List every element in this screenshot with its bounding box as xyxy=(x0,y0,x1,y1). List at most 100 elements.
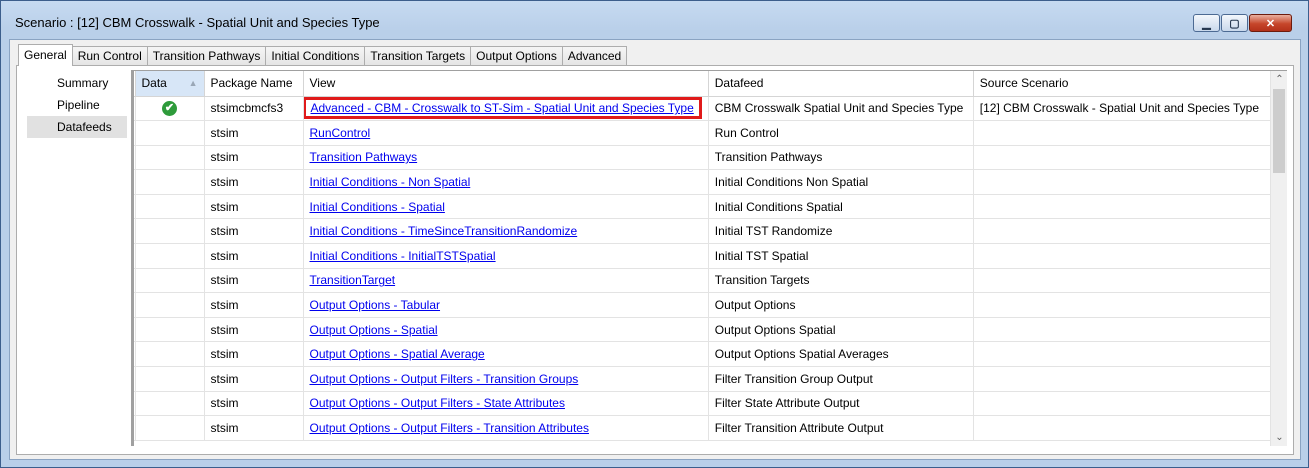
table-row[interactable]: stsim Initial Conditions - Non Spatial I… xyxy=(134,169,1281,195)
view-link[interactable]: RunControl xyxy=(310,126,371,140)
scenario-window: Scenario : [12] CBM Crosswalk - Spatial … xyxy=(0,0,1309,468)
package-cell: stsim xyxy=(204,218,304,245)
view-link[interactable]: Initial Conditions - Non Spatial xyxy=(310,175,471,189)
nav-item-pipeline[interactable]: Pipeline xyxy=(27,94,127,116)
table-row[interactable]: ✔ stsimcbmcfs3 Advanced - CBM - Crosswal… xyxy=(134,96,1281,122)
datafeed-cell: Output Options Spatial Averages xyxy=(708,341,974,368)
tab-advanced[interactable]: Advanced xyxy=(562,46,628,66)
column-header-package-name[interactable]: Package Name xyxy=(204,71,304,97)
data-cell xyxy=(135,145,205,171)
view-cell: Initial Conditions - Non Spatial xyxy=(303,169,709,195)
source-scenario-cell xyxy=(973,145,1281,171)
view-link[interactable]: Output Options - Output Filters - State … xyxy=(310,396,565,410)
view-link[interactable]: Initial Conditions - Spatial xyxy=(310,200,445,214)
view-cell: Transition Pathways xyxy=(303,145,709,171)
close-button[interactable]: ✕ xyxy=(1249,14,1292,32)
source-scenario-cell xyxy=(973,218,1281,245)
datafeed-cell: Initial Conditions Spatial xyxy=(708,194,974,220)
table-row[interactable]: stsim Output Options - Tabular Output Op… xyxy=(134,292,1281,318)
minimize-button[interactable]: ▁ xyxy=(1193,14,1220,32)
vertical-scrollbar[interactable]: ⌃ ⌄ xyxy=(1270,71,1287,446)
column-header-datafeed[interactable]: Datafeed xyxy=(708,71,974,97)
nav-item-datafeeds[interactable]: Datafeeds xyxy=(27,116,127,138)
datafeed-cell: Initial Conditions Non Spatial xyxy=(708,169,974,195)
package-cell: stsim xyxy=(204,292,304,318)
tab-run-control[interactable]: Run Control xyxy=(72,46,148,66)
tab-output-options[interactable]: Output Options xyxy=(471,46,563,66)
source-scenario-cell xyxy=(973,120,1281,146)
tab-transition-targets[interactable]: Transition Targets xyxy=(365,46,472,66)
source-scenario-cell xyxy=(973,268,1281,294)
nav-item-summary[interactable]: Summary xyxy=(27,72,127,94)
data-cell xyxy=(135,218,205,245)
tab-initial-conditions[interactable]: Initial Conditions xyxy=(266,46,366,66)
data-cell xyxy=(135,292,205,318)
source-scenario-cell xyxy=(973,169,1281,195)
table-row[interactable]: stsim Initial Conditions - InitialTSTSpa… xyxy=(134,243,1281,269)
window-controls: ▁ ▢ ✕ xyxy=(1192,14,1292,32)
view-cell: Output Options - Tabular xyxy=(303,292,709,318)
tab-strip: General Run Control Transition Pathways … xyxy=(18,44,628,66)
view-link[interactable]: Output Options - Output Filters - Transi… xyxy=(310,421,589,435)
table-body: ✔ stsimcbmcfs3 Advanced - CBM - Crosswal… xyxy=(134,96,1281,441)
data-cell: ✔ xyxy=(135,96,205,122)
source-scenario-cell: [12] CBM Crosswalk - Spatial Unit and Sp… xyxy=(973,96,1281,122)
column-header-data[interactable]: Data ▲ xyxy=(135,71,205,97)
view-cell: Initial Conditions - InitialTSTSpatial xyxy=(303,243,709,269)
sort-ascending-icon: ▲ xyxy=(188,78,198,89)
table-row[interactable]: stsim Output Options - Output Filters - … xyxy=(134,366,1281,392)
tab-general[interactable]: General xyxy=(18,44,73,66)
scroll-up-icon[interactable]: ⌃ xyxy=(1271,71,1287,88)
view-cell: Advanced - CBM - Crosswalk to ST-Sim - S… xyxy=(303,96,709,122)
datafeed-cell: Output Options xyxy=(708,292,974,318)
table-row[interactable]: stsim Output Options - Output Filters - … xyxy=(134,391,1281,417)
table-row[interactable]: stsim Transition Pathways Transition Pat… xyxy=(134,145,1281,171)
view-cell: Output Options - Output Filters - Transi… xyxy=(303,366,709,392)
package-cell: stsim xyxy=(204,194,304,220)
datafeed-cell: Transition Targets xyxy=(708,268,974,294)
view-link[interactable]: Output Options - Spatial Average xyxy=(310,347,485,361)
general-tab-panel: Summary Pipeline Datafeeds Data ▲ Packag… xyxy=(16,65,1294,455)
view-cell: Output Options - Spatial xyxy=(303,317,709,343)
view-link[interactable]: Advanced - CBM - Crosswalk to ST-Sim - S… xyxy=(311,101,694,115)
scroll-down-icon[interactable]: ⌄ xyxy=(1271,429,1287,446)
view-link[interactable]: Output Options - Tabular xyxy=(310,298,441,312)
table-row[interactable]: stsim TransitionTarget Transition Target… xyxy=(134,268,1281,294)
view-cell: TransitionTarget xyxy=(303,268,709,294)
title-bar[interactable]: Scenario : [12] CBM Crosswalk - Spatial … xyxy=(1,1,1308,41)
window-client-area: General Run Control Transition Pathways … xyxy=(9,39,1301,460)
package-cell: stsim xyxy=(204,415,304,441)
column-header-source-scenario[interactable]: Source Scenario xyxy=(973,71,1281,97)
datafeed-cell: Initial TST Randomize xyxy=(708,218,974,245)
tab-transition-pathways[interactable]: Transition Pathways xyxy=(147,46,267,66)
column-header-view[interactable]: View xyxy=(303,71,709,97)
datafeed-cell: Output Options Spatial xyxy=(708,317,974,343)
restore-button[interactable]: ▢ xyxy=(1221,14,1248,32)
source-scenario-cell xyxy=(973,415,1281,441)
scroll-thumb[interactable] xyxy=(1273,89,1285,173)
package-cell: stsim xyxy=(204,120,304,146)
view-link[interactable]: TransitionTarget xyxy=(310,273,396,287)
package-cell: stsim xyxy=(204,341,304,368)
view-link[interactable]: Initial Conditions - InitialTSTSpatial xyxy=(310,249,496,263)
datafeeds-grid: Data ▲ Package Name View Datafeed Source … xyxy=(131,70,1287,446)
view-cell: Output Options - Output Filters - State … xyxy=(303,391,709,417)
table-row[interactable]: stsim Initial Conditions - Spatial Initi… xyxy=(134,194,1281,220)
view-cell: Output Options - Spatial Average xyxy=(303,341,709,368)
package-cell: stsim xyxy=(204,169,304,195)
table-row[interactable]: stsim RunControl Run Control xyxy=(134,120,1281,146)
table-row[interactable]: stsim Output Options - Output Filters - … xyxy=(134,415,1281,441)
general-nav-list: Summary Pipeline Datafeeds xyxy=(27,72,127,138)
datafeed-cell: Initial TST Spatial xyxy=(708,243,974,269)
view-cell: Output Options - Output Filters - Transi… xyxy=(303,415,709,441)
table-row[interactable]: stsim Output Options - Spatial Output Op… xyxy=(134,317,1281,343)
view-link[interactable]: Output Options - Output Filters - Transi… xyxy=(310,372,579,386)
view-link[interactable]: Output Options - Spatial xyxy=(310,323,438,337)
table-row[interactable]: stsim Initial Conditions - TimeSinceTran… xyxy=(134,218,1281,245)
data-cell xyxy=(135,268,205,294)
table-row[interactable]: stsim Output Options - Spatial Average O… xyxy=(134,341,1281,368)
data-cell xyxy=(135,391,205,417)
view-link[interactable]: Transition Pathways xyxy=(310,150,418,164)
data-cell xyxy=(135,243,205,269)
view-link[interactable]: Initial Conditions - TimeSinceTransition… xyxy=(310,224,578,238)
